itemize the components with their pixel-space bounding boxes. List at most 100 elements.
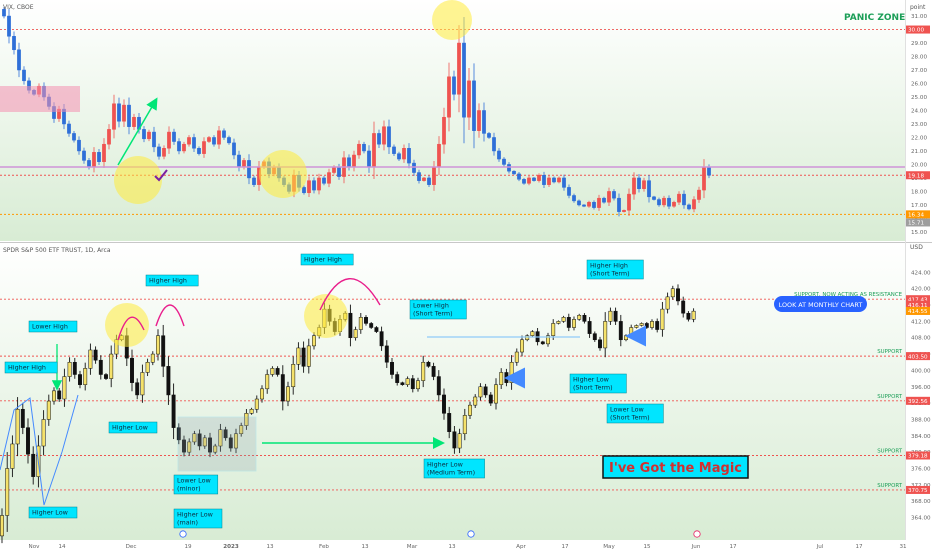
candle-body xyxy=(502,158,506,165)
annotation-text: Higher High xyxy=(304,256,342,264)
candle-body xyxy=(427,177,431,185)
candle-body xyxy=(473,396,478,406)
candle-body xyxy=(72,361,77,375)
candle-body xyxy=(632,177,636,195)
y-tick-label: 28.00 xyxy=(911,55,927,61)
candle-body xyxy=(442,116,446,145)
candle-body xyxy=(400,382,405,385)
candle-body xyxy=(432,166,436,185)
candle-body xyxy=(487,133,491,138)
candle-body xyxy=(577,200,581,206)
candle-body xyxy=(357,143,361,156)
candle-body xyxy=(488,394,493,404)
candle-body xyxy=(379,331,384,347)
candle-body xyxy=(92,152,96,168)
y-tick-label: 27.00 xyxy=(911,68,927,74)
annotation-text: Higher Low xyxy=(112,424,148,432)
candle-body xyxy=(67,361,72,377)
y-tick-label: 396.00 xyxy=(911,385,931,391)
candle-body xyxy=(447,76,451,118)
candle-body xyxy=(135,382,140,396)
candle-body xyxy=(130,357,134,383)
candle-body xyxy=(252,177,256,185)
x-tick-label: Jul xyxy=(816,544,824,550)
candle-body xyxy=(624,335,628,341)
price-tag-label: 392.56 xyxy=(908,399,928,405)
candle-body xyxy=(265,374,270,390)
candle-body xyxy=(562,177,566,188)
candle-body xyxy=(72,133,76,141)
candle-body xyxy=(582,315,587,322)
price-tag-label: 403.50 xyxy=(908,354,928,360)
candle-body xyxy=(83,368,88,385)
candle-body xyxy=(517,173,521,180)
event-marker xyxy=(693,530,701,538)
candle-body xyxy=(676,288,680,302)
chart-canvas[interactable]: SUPPORT, NOW ACTING AS RESISTANCESUPPORT… xyxy=(0,0,932,550)
candle-body xyxy=(417,172,421,181)
candle-body xyxy=(707,166,711,176)
candle-body xyxy=(312,180,316,191)
candle-body xyxy=(702,166,706,191)
candle-body xyxy=(57,390,62,400)
candle-body xyxy=(482,110,486,134)
y-tick-label: 412.00 xyxy=(911,319,931,325)
candle-body xyxy=(637,177,641,189)
annotation-label: Higher Low xyxy=(108,421,158,434)
candle-body xyxy=(530,331,535,336)
candle-body xyxy=(367,150,371,168)
annotation-label: Higher Low(main) xyxy=(173,508,223,529)
candle-body xyxy=(662,197,666,206)
candle-body xyxy=(167,131,171,149)
candle-body xyxy=(270,368,275,375)
level-annotation: SUPPORT xyxy=(877,394,902,400)
y-tick-label: 408.00 xyxy=(911,336,931,342)
candle-body xyxy=(82,150,86,161)
candle-body xyxy=(109,353,114,379)
candle-body xyxy=(172,131,176,142)
x-tick-label: 14 xyxy=(58,544,66,550)
candle-body xyxy=(12,36,16,51)
candle-body xyxy=(617,197,621,212)
candle-body xyxy=(372,133,376,168)
candle-body xyxy=(104,374,108,379)
candle-body xyxy=(353,329,358,338)
candle-body xyxy=(551,323,556,336)
annotation-text: (Short Term) xyxy=(573,384,613,392)
x-tick-label: 13 xyxy=(266,544,274,550)
candle-body xyxy=(352,154,356,168)
candle-body xyxy=(254,398,259,410)
x-tick-label: Apr xyxy=(516,544,526,550)
price-tag-label: 414.55 xyxy=(908,309,928,315)
candle-body xyxy=(566,317,571,328)
candle-body xyxy=(192,137,196,149)
annotation-text: Higher Low xyxy=(32,509,68,517)
look-at-monthly-chart-button[interactable]: LOOK AT MONTHLY CHART xyxy=(774,296,867,312)
candle-body xyxy=(442,394,446,414)
candle-body xyxy=(660,308,665,330)
candle-body xyxy=(140,372,145,396)
highlight-box xyxy=(0,86,80,112)
svg-text:I've Got the Magic: I've Got the Magic xyxy=(609,461,742,476)
candle-body xyxy=(312,335,316,347)
candle-body xyxy=(142,129,146,140)
annotation-text: (Short Term) xyxy=(413,310,453,318)
candle-body xyxy=(592,333,597,341)
candle-body xyxy=(291,364,296,388)
y-tick-label: 400.00 xyxy=(911,368,931,374)
annotation-text: Higher Low xyxy=(427,461,463,469)
candle-body xyxy=(634,325,639,328)
candle-body xyxy=(436,376,441,396)
candle-body xyxy=(472,80,476,131)
candle-body xyxy=(10,443,15,469)
candle-body xyxy=(52,390,56,402)
candle-body xyxy=(492,137,496,152)
y-tick-label: 388.00 xyxy=(911,417,931,423)
candle-body xyxy=(202,141,206,154)
candle-body xyxy=(275,368,280,375)
candle-body xyxy=(88,349,93,369)
candle-body xyxy=(670,288,675,298)
candle-body xyxy=(46,400,51,420)
annotation-text: Higher Low xyxy=(177,511,213,519)
candle-body xyxy=(5,468,10,516)
